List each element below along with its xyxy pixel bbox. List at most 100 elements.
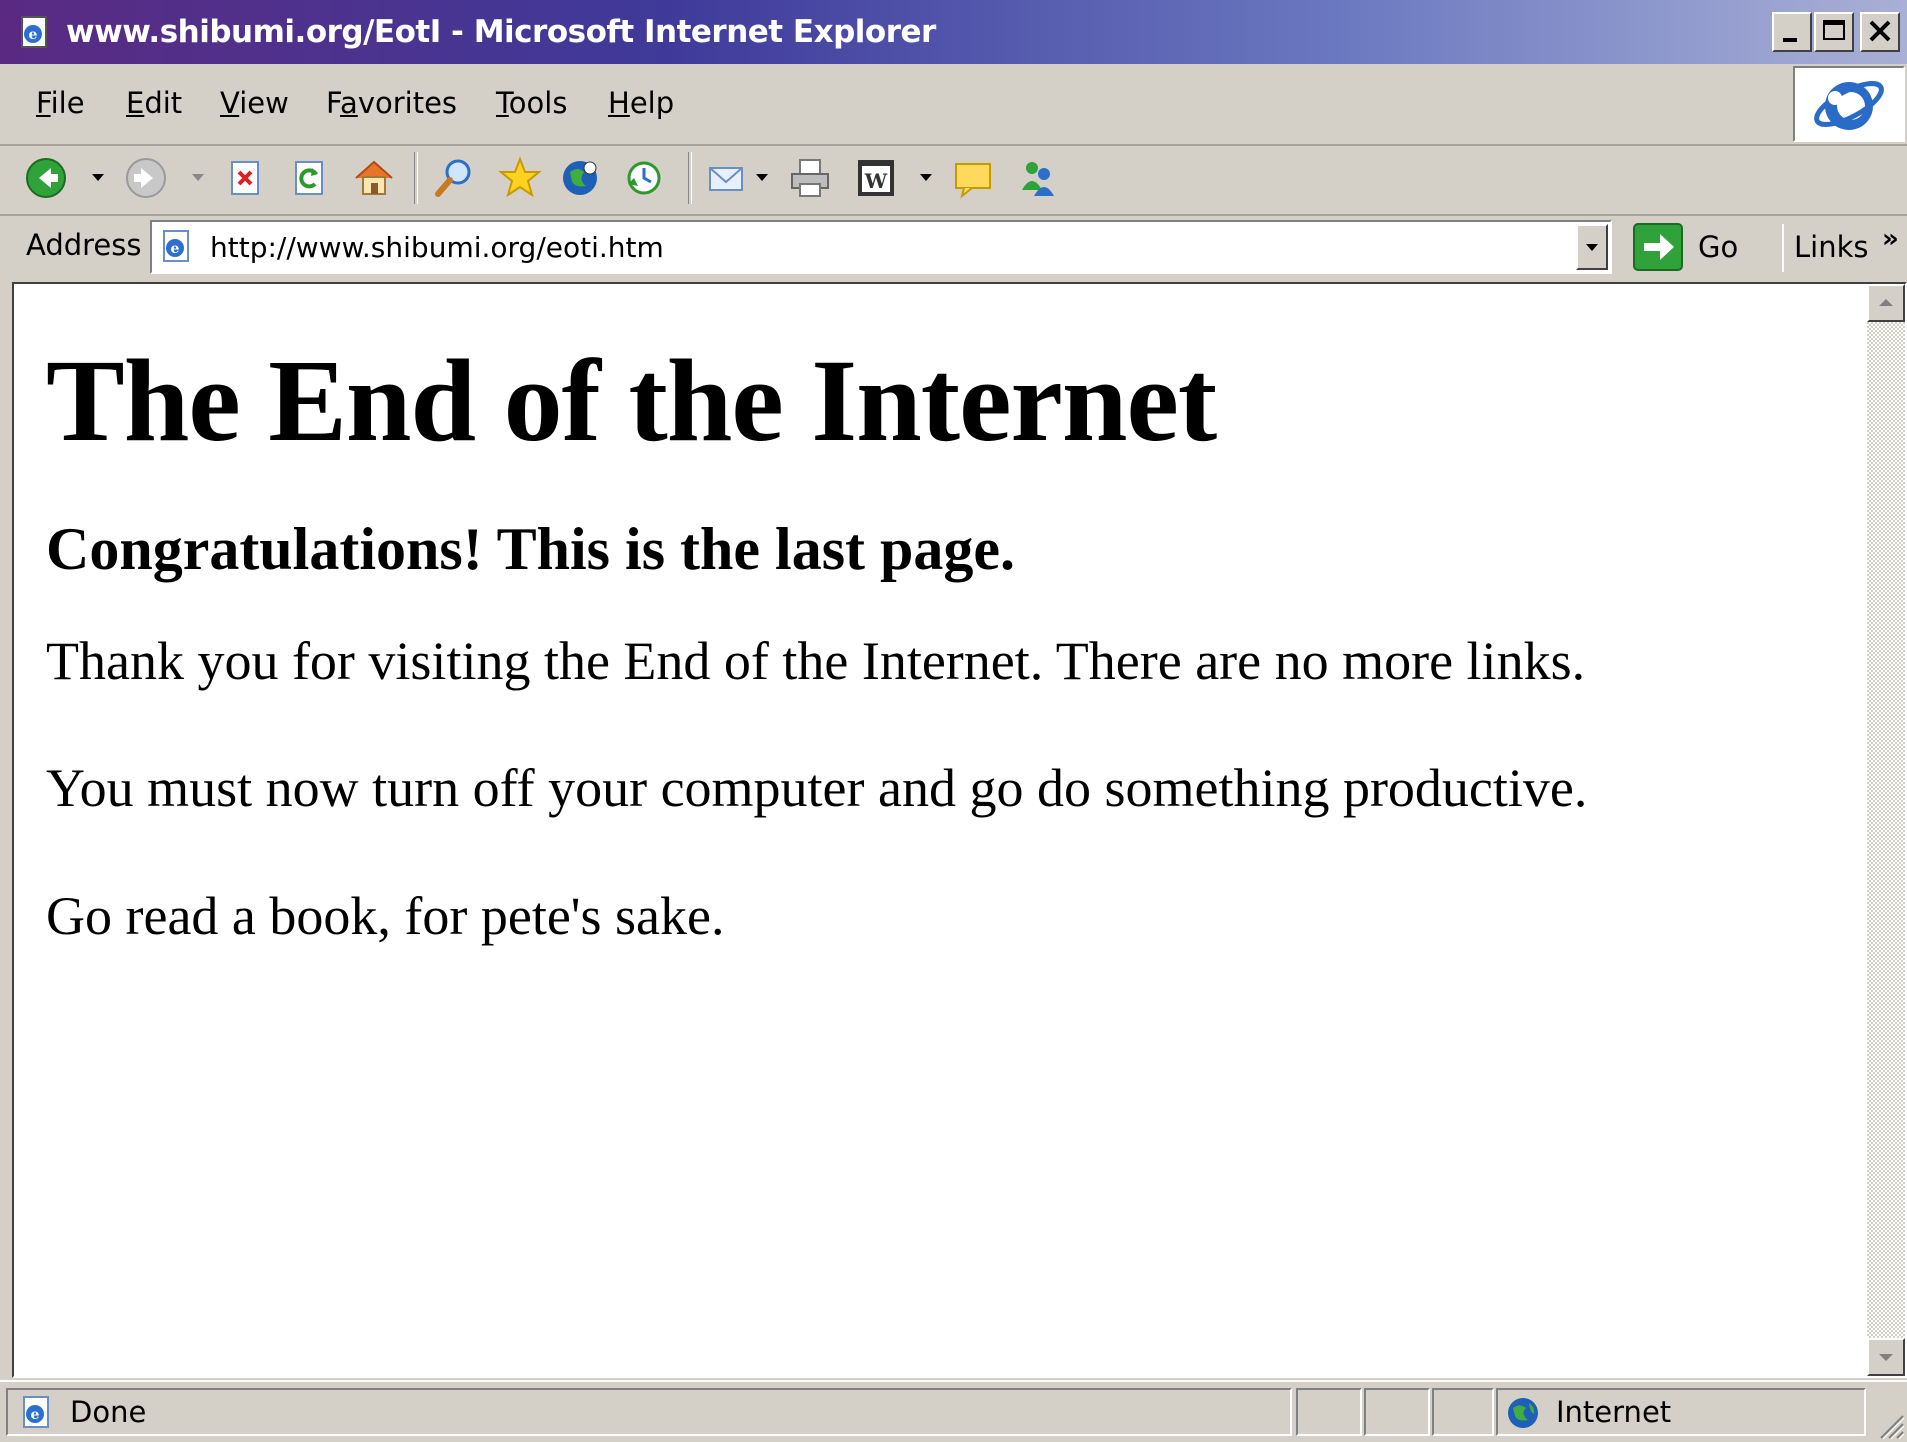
window-title: www.shibumi.org/EotI - Microsoft Interne… — [66, 14, 936, 50]
minimize-icon — [1783, 38, 1797, 42]
menu-file-label: File — [36, 86, 85, 120]
svg-text:e: e — [31, 1407, 40, 1423]
address-bar: Address e http://www.shibumi.org/eoti.ht… — [0, 216, 1907, 278]
page-paragraph: Go read a book, for pete's sake. — [46, 886, 725, 946]
menu-help[interactable]: Help — [608, 86, 674, 120]
menu-help-label: Help — [608, 86, 675, 120]
status-pane-zone — [1496, 1388, 1866, 1436]
search-icon — [435, 159, 471, 197]
title-bar[interactable]: e www.shibumi.org/EotI - Microsoft Inter… — [0, 0, 1907, 64]
mail-icon — [709, 167, 743, 191]
svg-text:W: W — [864, 169, 888, 193]
menu-view[interactable]: View — [220, 86, 289, 120]
status-text: Done — [70, 1395, 147, 1429]
search-button[interactable] — [430, 154, 478, 202]
chevron-more-icon[interactable]: » — [1882, 224, 1899, 254]
maximize-icon — [1823, 20, 1845, 40]
globe-icon — [1508, 1398, 1538, 1428]
favorites-button[interactable] — [496, 154, 544, 202]
back-dropdown[interactable] — [92, 174, 104, 181]
history-icon — [627, 161, 661, 195]
menu-file[interactable]: File — [36, 86, 85, 120]
messenger-button[interactable] — [1012, 154, 1060, 202]
home-icon — [355, 160, 393, 195]
links-label: Links — [1794, 230, 1869, 264]
status-pane-progress — [1296, 1388, 1362, 1436]
toolbar-separator — [414, 152, 418, 204]
address-url: http://www.shibumi.org/eoti.htm — [210, 231, 664, 264]
status-pane-secure — [1364, 1388, 1430, 1436]
go-arrow-icon — [1633, 223, 1683, 271]
page-heading: The End of the Internet — [46, 335, 1217, 466]
print-button[interactable] — [786, 154, 834, 202]
mail-button[interactable] — [704, 154, 752, 202]
scroll-up-button[interactable] — [1867, 284, 1905, 322]
refresh-button[interactable] — [286, 154, 334, 202]
stop-icon — [231, 161, 259, 195]
discuss-button[interactable] — [950, 154, 998, 202]
media-button[interactable] — [556, 154, 604, 202]
ie-throbber-logo — [1793, 66, 1905, 142]
forward-button[interactable] — [122, 154, 170, 202]
menu-favorites[interactable]: Favorites — [326, 86, 457, 120]
menu-bar: File Edit View Favorites Tools Help — [0, 64, 1907, 146]
menu-view-label: View — [220, 86, 289, 120]
ie-logo-icon — [1814, 81, 1884, 130]
print-icon — [791, 159, 829, 197]
close-button[interactable] — [1860, 12, 1900, 52]
discuss-icon — [955, 163, 991, 199]
page-subheading: Congratulations! This is the last page. — [46, 516, 1016, 582]
web-page: The End of the Internet Congratulations!… — [14, 284, 1867, 1376]
go-label: Go — [1698, 230, 1739, 264]
media-icon — [563, 161, 597, 195]
vertical-scrollbar[interactable] — [1867, 284, 1905, 1376]
close-icon — [1869, 20, 1891, 42]
scroll-down-button[interactable] — [1867, 1338, 1905, 1376]
home-button[interactable] — [350, 154, 398, 202]
maximize-button[interactable] — [1814, 12, 1854, 52]
status-pane-main — [6, 1388, 1292, 1436]
minimize-button[interactable] — [1772, 12, 1812, 52]
go-button[interactable]: Go — [1630, 220, 1738, 274]
forward-icon — [126, 158, 166, 198]
page-icon: e — [163, 230, 189, 262]
menu-tools[interactable]: Tools — [496, 86, 567, 120]
edit-button[interactable]: W — [852, 154, 900, 202]
arrow-down-icon — [1879, 1354, 1893, 1361]
back-icon — [26, 158, 66, 198]
page-paragraph: Thank you for visiting the End of the In… — [46, 631, 1586, 691]
arrow-up-icon — [1879, 299, 1893, 306]
edit-word-icon: W — [858, 160, 894, 196]
address-input[interactable]: e http://www.shibumi.org/eoti.htm — [150, 220, 1612, 274]
page-paragraph: You must now turn off your computer and … — [46, 758, 1588, 818]
resize-grip-icon[interactable] — [1875, 1410, 1905, 1440]
favorites-icon — [498, 156, 542, 198]
menu-edit-label: Edit — [126, 86, 183, 120]
history-button[interactable] — [620, 154, 668, 202]
address-dropdown-button[interactable] — [1576, 224, 1608, 270]
status-bar: e Done Internet — [0, 1380, 1907, 1442]
menu-favorites-label: Favorites — [326, 86, 458, 120]
zone-text: Internet — [1556, 1395, 1672, 1429]
svg-text:e: e — [171, 241, 180, 257]
stop-button[interactable] — [222, 154, 270, 202]
refresh-icon — [295, 161, 323, 195]
svg-text:e: e — [29, 27, 38, 43]
status-pane-privacy — [1432, 1388, 1494, 1436]
back-button[interactable] — [22, 154, 70, 202]
page-status-icon: e — [23, 1396, 49, 1428]
address-label: Address — [26, 228, 142, 262]
messenger-icon — [1022, 162, 1054, 196]
chevron-down-icon — [1586, 244, 1598, 251]
menu-edit[interactable]: Edit — [126, 86, 182, 120]
edit-dropdown[interactable] — [920, 174, 932, 181]
forward-dropdown[interactable] — [192, 174, 204, 181]
ie-page-icon: e — [21, 16, 47, 48]
content-frame: The End of the Internet Congratulations!… — [12, 282, 1907, 1378]
menu-tools-label: Tools — [496, 86, 568, 120]
mail-dropdown[interactable] — [756, 174, 768, 181]
toolbar-separator — [688, 152, 692, 204]
browser-window: e www.shibumi.org/EotI - Microsoft Inter… — [0, 0, 1907, 1440]
links-toolbar[interactable]: Links » — [1782, 224, 1907, 272]
standard-toolbar: W — [0, 146, 1907, 216]
